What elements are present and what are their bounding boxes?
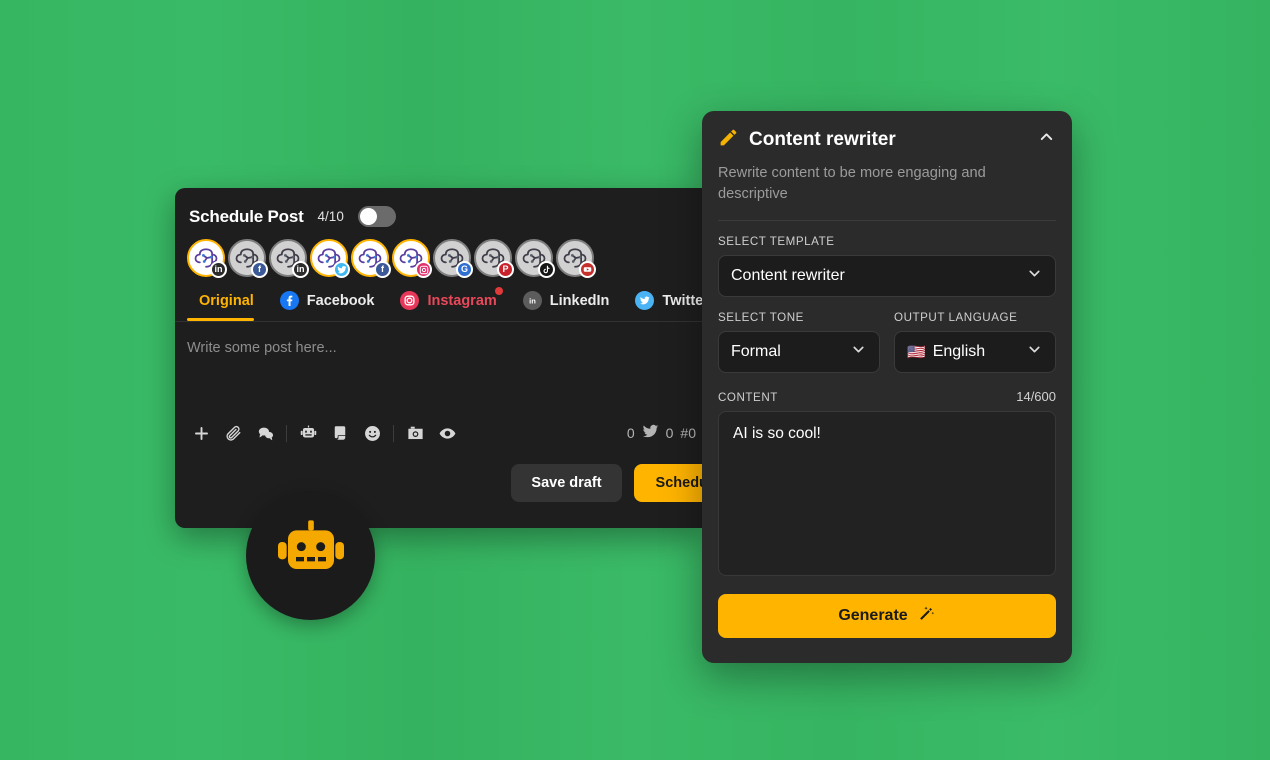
instagram-icon xyxy=(415,261,432,278)
tab-instagram[interactable]: Instagram xyxy=(388,287,510,321)
note-icon[interactable] xyxy=(324,418,356,448)
facebook-icon: f xyxy=(374,261,391,278)
tab-label: Twitter xyxy=(662,292,702,309)
emoji-icon[interactable] xyxy=(356,418,388,448)
tab-label: Instagram xyxy=(427,292,497,309)
account-avatar-twitter[interactable] xyxy=(310,239,350,278)
hashtag-count: #0 xyxy=(680,425,696,441)
panel-header: Content rewriter xyxy=(718,127,1056,153)
toolbar-divider-2 xyxy=(393,424,394,442)
template-select[interactable]: Content rewriter xyxy=(718,255,1056,298)
content-textarea[interactable]: AI is so cool! xyxy=(718,411,1056,577)
comment-icon[interactable] xyxy=(249,418,281,448)
linkedin-icon: in xyxy=(292,261,309,278)
account-avatar-tiktok[interactable] xyxy=(515,239,555,278)
select-template-label: SELECT TEMPLATE xyxy=(718,235,835,249)
character-count: 0 xyxy=(626,425,635,441)
account-avatar-facebook-2[interactable]: f xyxy=(351,239,391,278)
chevron-down-icon xyxy=(1026,341,1043,363)
plus-icon[interactable] xyxy=(185,418,217,448)
chevron-down-icon xyxy=(1026,265,1043,287)
post-editor-placeholder: Write some post here... xyxy=(187,340,337,356)
schedule-toggle[interactable] xyxy=(357,206,396,227)
language-select-value: English xyxy=(932,343,986,361)
linkedin-icon: in xyxy=(210,261,227,278)
twitter-icon xyxy=(642,423,659,443)
google-icon: G xyxy=(456,261,473,278)
platform-tabs: Original Facebook Instagram in LinkedIn xyxy=(175,277,702,322)
linkedin-icon: in xyxy=(522,291,542,310)
schedule-card-header: Schedule Post 4/10 xyxy=(175,188,702,227)
account-avatar-instagram[interactable] xyxy=(392,239,432,278)
magic-wand-icon xyxy=(917,604,936,628)
account-avatar-linkedin[interactable]: in xyxy=(187,239,227,278)
schedule-button[interactable]: Schedule xyxy=(633,464,702,502)
post-editor[interactable]: Write some post here... xyxy=(175,322,702,406)
content-rewriter-panel: Content rewriter Rewrite content to be m… xyxy=(702,111,1072,663)
facebook-icon xyxy=(279,291,299,310)
toolbar-divider xyxy=(286,424,287,442)
content-char-counter: 14/600 xyxy=(1016,389,1056,405)
output-language-label: OUTPUT LANGUAGE xyxy=(894,311,1018,325)
tab-twitter[interactable]: Twitter xyxy=(623,291,702,321)
content-header: CONTENT 14/600 xyxy=(718,389,1056,404)
tab-label: LinkedIn xyxy=(549,292,610,309)
pinterest-icon: P xyxy=(497,261,514,278)
tab-facebook[interactable]: Facebook xyxy=(268,291,389,321)
toggle-knob xyxy=(359,208,377,225)
template-select-value: Content rewriter xyxy=(731,267,845,285)
youtube-icon xyxy=(579,261,596,278)
content-label: CONTENT xyxy=(718,391,778,405)
editor-toolbar: 0 0 #0 xyxy=(175,406,702,450)
post-count: 4/10 xyxy=(317,209,344,224)
save-draft-button[interactable]: Save draft xyxy=(511,464,622,502)
twitter-icon xyxy=(333,261,350,278)
account-avatar-google[interactable]: G xyxy=(433,239,473,278)
account-avatar-pinterest[interactable]: P xyxy=(474,239,514,278)
panel-title: Content rewriter xyxy=(749,129,896,150)
tone-select[interactable]: Formal xyxy=(718,331,880,374)
editor-counters: 0 0 #0 xyxy=(627,423,702,443)
robot-icon xyxy=(271,513,351,598)
camera-icon[interactable] xyxy=(399,418,431,448)
ai-assistant-fab[interactable] xyxy=(246,491,375,620)
account-avatar-list: in f in f G P xyxy=(175,227,702,278)
tab-original[interactable]: Original xyxy=(187,292,268,321)
account-avatar-youtube[interactable] xyxy=(556,239,596,278)
chevron-up-icon[interactable] xyxy=(1037,128,1056,152)
language-select[interactable]: 🇺🇸 English xyxy=(894,331,1056,374)
instagram-icon xyxy=(400,291,420,310)
select-tone-label: SELECT TONE xyxy=(718,311,804,325)
schedule-post-card: Schedule Post 4/10 in f in f G P Origina… xyxy=(175,188,702,528)
account-avatar-facebook[interactable]: f xyxy=(228,239,268,278)
robot-icon[interactable] xyxy=(292,418,324,448)
twitter-icon xyxy=(635,291,655,310)
tone-select-value: Formal xyxy=(731,343,781,361)
status-badge xyxy=(494,287,503,295)
tab-linkedin[interactable]: in LinkedIn xyxy=(511,291,624,321)
pencil-icon xyxy=(718,127,739,153)
tab-label: Original xyxy=(199,292,254,309)
page-title: Schedule Post xyxy=(189,206,304,226)
svg-text:in: in xyxy=(529,297,536,306)
twitter-count: 0 xyxy=(665,425,674,441)
tiktok-icon xyxy=(538,261,555,278)
account-avatar-linkedin-2[interactable]: in xyxy=(269,239,309,278)
panel-subtitle: Rewrite content to be more engaging and … xyxy=(718,163,1056,222)
schedule-card-footer: Save draft Schedule xyxy=(175,450,702,502)
generate-button-label: Generate xyxy=(838,607,908,625)
tone-language-row: SELECT TONE Formal OUTPUT LANGUAGE 🇺🇸 En… xyxy=(718,297,1056,374)
facebook-icon: f xyxy=(251,261,268,278)
us-flag-icon: 🇺🇸 xyxy=(907,343,926,361)
tab-label: Facebook xyxy=(306,292,375,309)
paperclip-icon[interactable] xyxy=(217,418,249,448)
generate-button[interactable]: Generate xyxy=(718,594,1056,639)
eye-icon[interactable] xyxy=(431,418,463,448)
chevron-down-icon xyxy=(850,341,867,363)
